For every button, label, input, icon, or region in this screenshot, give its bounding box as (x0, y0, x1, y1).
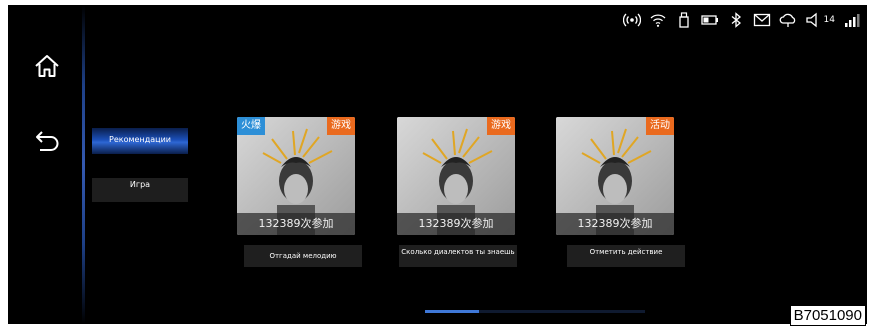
volume-level: 14 (823, 15, 835, 25)
card-title[interactable]: Отметить действие (567, 245, 685, 267)
wifi-icon (648, 11, 668, 29)
home-button[interactable] (32, 51, 62, 81)
type-badge: 游戏 (487, 117, 515, 135)
category-recommendations[interactable]: Рекомендации (92, 128, 188, 154)
status-bar: 14 (622, 9, 863, 31)
volume-icon (804, 11, 824, 29)
type-badge: 游戏 (327, 117, 355, 135)
back-icon (36, 131, 59, 151)
hotspot-icon (622, 11, 642, 29)
activity-card[interactable]: 火爆 游戏 132389次参加 (237, 117, 355, 235)
category-list: Рекомендации Игра (92, 128, 188, 202)
bluetooth-icon (726, 11, 746, 29)
home-icon (35, 55, 59, 77)
type-badge: 活动 (646, 117, 674, 135)
head-unit-screen: 14 Рекомендации Игра 火爆 游戏 132389次参加 Отг… (8, 5, 867, 324)
scroll-thumb[interactable] (425, 310, 479, 313)
activity-card[interactable]: 活动 132389次参加 (556, 117, 674, 235)
participant-count: 132389次参加 (237, 213, 355, 235)
participant-count: 132389次参加 (397, 213, 515, 235)
usb-icon (674, 11, 694, 29)
card-title[interactable]: Сколько диалектов ты знаешь (399, 245, 517, 267)
category-games[interactable]: Игра (92, 178, 188, 202)
nav-divider (82, 5, 85, 324)
card-title[interactable]: Отгадай мелодию (244, 245, 362, 267)
hot-badge: 火爆 (237, 117, 265, 135)
signal-icon (843, 11, 863, 29)
scroll-indicator[interactable] (425, 310, 645, 313)
watermark-code: B7051090 (789, 305, 866, 326)
participant-count: 132389次参加 (556, 213, 674, 235)
back-button[interactable] (32, 126, 62, 156)
message-icon (752, 11, 772, 29)
battery-icon (700, 11, 720, 29)
activity-card[interactable]: 游戏 132389次参加 (397, 117, 515, 235)
cloud-icon (778, 11, 798, 29)
